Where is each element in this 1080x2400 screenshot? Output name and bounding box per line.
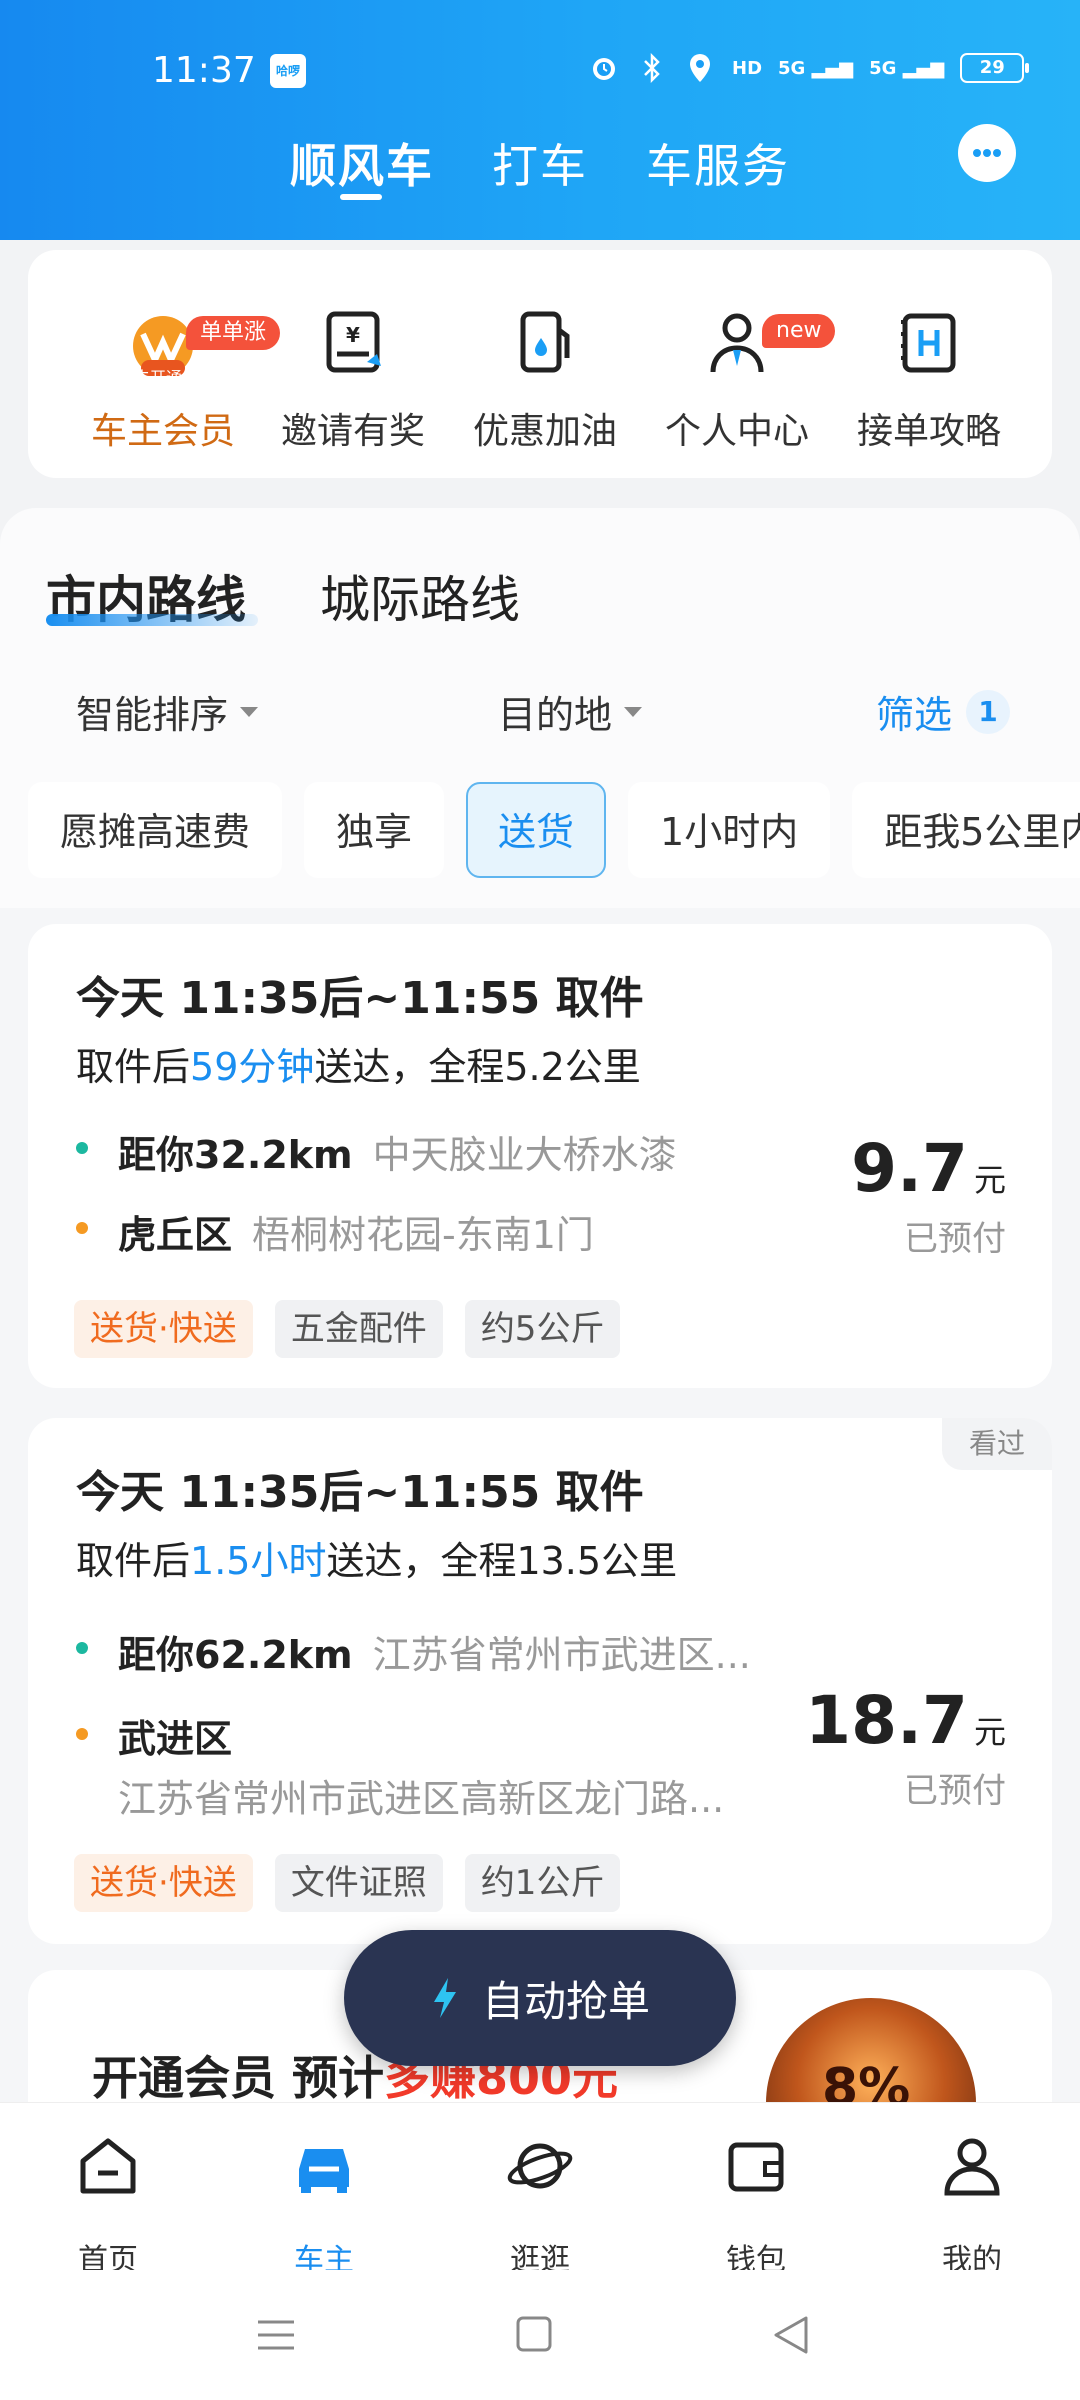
order-card[interactable]: 看过 今天 11:35后~11:55 取件 取件后1.5小时送达，全程13.5公… bbox=[28, 1418, 1052, 1944]
guide-book-icon bbox=[901, 313, 956, 373]
new-badge: new bbox=[762, 314, 836, 348]
destination-dot bbox=[76, 1728, 88, 1740]
seen-badge: 看过 bbox=[942, 1418, 1052, 1470]
destination-dropdown[interactable]: 目的地 bbox=[498, 684, 643, 739]
invite-reward-icon: ¥ bbox=[326, 311, 381, 373]
chip-delivery[interactable]: 送货 bbox=[466, 782, 607, 878]
status-icons: HD 5G ▂▄▆ 5G ▂▄▆ 29 bbox=[588, 52, 1030, 84]
shortcut-vip[interactable]: 单单涨 去开通 车主会员 bbox=[68, 290, 281, 460]
tag-weight: 约1公斤 bbox=[464, 1854, 621, 1912]
chip-within-5km[interactable]: 距我5公里内 bbox=[852, 782, 1080, 878]
planet-icon bbox=[507, 2143, 573, 2189]
order-tags: 送货·快送 五金配件 约5公斤 bbox=[74, 1300, 621, 1358]
tab-hitch[interactable]: 顺风车 bbox=[290, 130, 434, 196]
car-icon bbox=[299, 2149, 349, 2193]
home-icon bbox=[80, 2138, 136, 2194]
active-tab-indicator bbox=[340, 194, 382, 200]
profile-icon bbox=[944, 2138, 1000, 2196]
shortcut-fuel[interactable]: 优惠加油 bbox=[450, 290, 640, 460]
message-button[interactable] bbox=[958, 124, 1016, 182]
auto-grab-label: 自动抢单 bbox=[481, 1976, 650, 2026]
nav-driver[interactable]: 车主 bbox=[254, 2123, 394, 2278]
shortcut-label: 个人中心 bbox=[664, 411, 809, 452]
filter-label: 筛选 bbox=[876, 693, 953, 737]
promo-coin-icon: 8% bbox=[766, 1998, 976, 2110]
tab-taxi[interactable]: 打车 bbox=[492, 130, 588, 196]
home-square-icon[interactable] bbox=[504, 2310, 564, 2360]
chip-within-1h[interactable]: 1小时内 bbox=[628, 782, 831, 878]
origin-dot bbox=[76, 1642, 88, 1654]
app-notification-icon: 哈啰 bbox=[270, 54, 306, 88]
nav-wallet[interactable]: 钱包 bbox=[686, 2123, 826, 2278]
chip-highway-fee[interactable]: 愿摊高速费 bbox=[28, 782, 283, 878]
location-icon bbox=[684, 52, 716, 84]
hd-icon: HD bbox=[732, 57, 763, 79]
caret-down-icon bbox=[624, 706, 643, 717]
sort-smart-dropdown[interactable]: 智能排序 bbox=[76, 684, 259, 739]
shortcut-card: 单单涨 去开通 车主会员 ¥ 邀请有奖 优惠加油 new 个人中心 接单攻略 bbox=[28, 250, 1052, 478]
shortcut-user-center[interactable]: new 个人中心 bbox=[642, 290, 836, 460]
tag-weight: 约5公斤 bbox=[464, 1300, 621, 1358]
pickup-time: 今天 11:35后~11:55 取件 bbox=[76, 973, 644, 1024]
sort-smart-label: 智能排序 bbox=[76, 693, 229, 737]
shortcut-invite[interactable]: ¥ 邀请有奖 bbox=[258, 290, 448, 460]
filter-count-badge: 1 bbox=[966, 689, 1011, 734]
filter-chips: 愿摊高速费 独享 送货 1小时内 距我5公里内 bbox=[28, 782, 1080, 878]
pickup-time: 今天 11:35后~11:55 取件 bbox=[76, 1467, 644, 1518]
status-bar: 11:37 哈啰 HD 5G ▂▄▆ 5G ▂▄▆ 29 bbox=[0, 36, 1080, 106]
shortcut-label: 优惠加油 bbox=[472, 411, 617, 452]
filter-button[interactable]: 筛选 1 bbox=[876, 684, 1011, 739]
chip-exclusive[interactable]: 独享 bbox=[304, 782, 445, 878]
fuel-pump-icon bbox=[520, 311, 570, 373]
tag-goods-type: 五金配件 bbox=[274, 1300, 443, 1358]
origin-line: 距你32.2km 中天胶业大桥水漆 bbox=[118, 1133, 677, 1177]
destination-label: 目的地 bbox=[498, 693, 613, 737]
tag-delivery-type: 送货·快送 bbox=[74, 1854, 253, 1912]
route-tab-indicator bbox=[46, 614, 258, 626]
order-price: 9.7 元 已预付 bbox=[851, 1130, 1006, 1259]
alarm-icon bbox=[588, 52, 620, 84]
tag-delivery-type: 送货·快送 bbox=[74, 1300, 253, 1358]
tab-car-service[interactable]: 车服务 bbox=[646, 130, 790, 196]
svg-text:¥: ¥ bbox=[346, 323, 360, 347]
status-time: 11:37 bbox=[152, 50, 256, 91]
back-triangle-icon[interactable] bbox=[762, 2310, 822, 2360]
delivery-info: 取件后59分钟送达，全程5.2公里 bbox=[76, 1045, 641, 1089]
signal-5g-icon: 5G ▂▄▆ bbox=[778, 57, 854, 79]
bottom-nav: 首页 车主 逛逛 钱包 我的 bbox=[0, 2102, 1080, 2278]
order-price: 18.7 元 已预付 bbox=[805, 1682, 1006, 1811]
shortcut-label: 车主会员 bbox=[90, 411, 235, 452]
caret-down-icon bbox=[240, 706, 259, 717]
tag-goods-type: 文件证照 bbox=[274, 1854, 443, 1912]
nav-home[interactable]: 首页 bbox=[38, 2123, 178, 2278]
lightning-icon bbox=[433, 1978, 456, 2018]
vip-sub-badge: 去开通 bbox=[134, 368, 183, 387]
nav-explore[interactable]: 逛逛 bbox=[470, 2123, 610, 2278]
nav-mine[interactable]: 我的 bbox=[902, 2123, 1042, 2278]
auto-grab-button[interactable]: 自动抢单 bbox=[344, 1930, 736, 2066]
tab-intercity-routes[interactable]: 城际路线 bbox=[320, 560, 520, 632]
order-card[interactable]: 今天 11:35后~11:55 取件 取件后59分钟送达，全程5.2公里 距你3… bbox=[28, 924, 1052, 1388]
top-nav: 顺风车 打车 车服务 bbox=[0, 130, 1080, 220]
app-header: 11:37 哈啰 HD 5G ▂▄▆ 5G ▂▄▆ 29 顺风车 打车 车服务 bbox=[0, 0, 1080, 240]
signal-5g-icon-2: 5G ▂▄▆ bbox=[869, 57, 945, 79]
destination-address: 江苏省常州市武进区高新区龙门路... bbox=[118, 1777, 725, 1821]
shortcut-guide[interactable]: 接单攻略 bbox=[834, 290, 1024, 460]
delivery-info: 取件后1.5小时送达，全程13.5公里 bbox=[76, 1539, 678, 1583]
menu-icon[interactable] bbox=[246, 2310, 306, 2360]
origin-dot bbox=[76, 1142, 88, 1154]
origin-line: 距你62.2km 江苏省常州市武进区... bbox=[118, 1633, 751, 1677]
destination-dot bbox=[76, 1222, 88, 1234]
battery-icon: 29 bbox=[960, 53, 1030, 83]
shortcut-label: 接单攻略 bbox=[856, 411, 1001, 452]
chat-bubble-icon bbox=[973, 149, 1001, 157]
destination-line: 武进区 bbox=[118, 1717, 233, 1761]
wallet-icon bbox=[728, 2142, 784, 2192]
system-nav-bar bbox=[0, 2270, 1080, 2400]
bluetooth-icon bbox=[636, 52, 668, 84]
destination-line: 虎丘区 梧桐树花园-东南1门 bbox=[118, 1213, 594, 1257]
shortcut-label: 邀请有奖 bbox=[280, 411, 425, 452]
order-tags: 送货·快送 文件证照 约1公斤 bbox=[74, 1854, 621, 1912]
